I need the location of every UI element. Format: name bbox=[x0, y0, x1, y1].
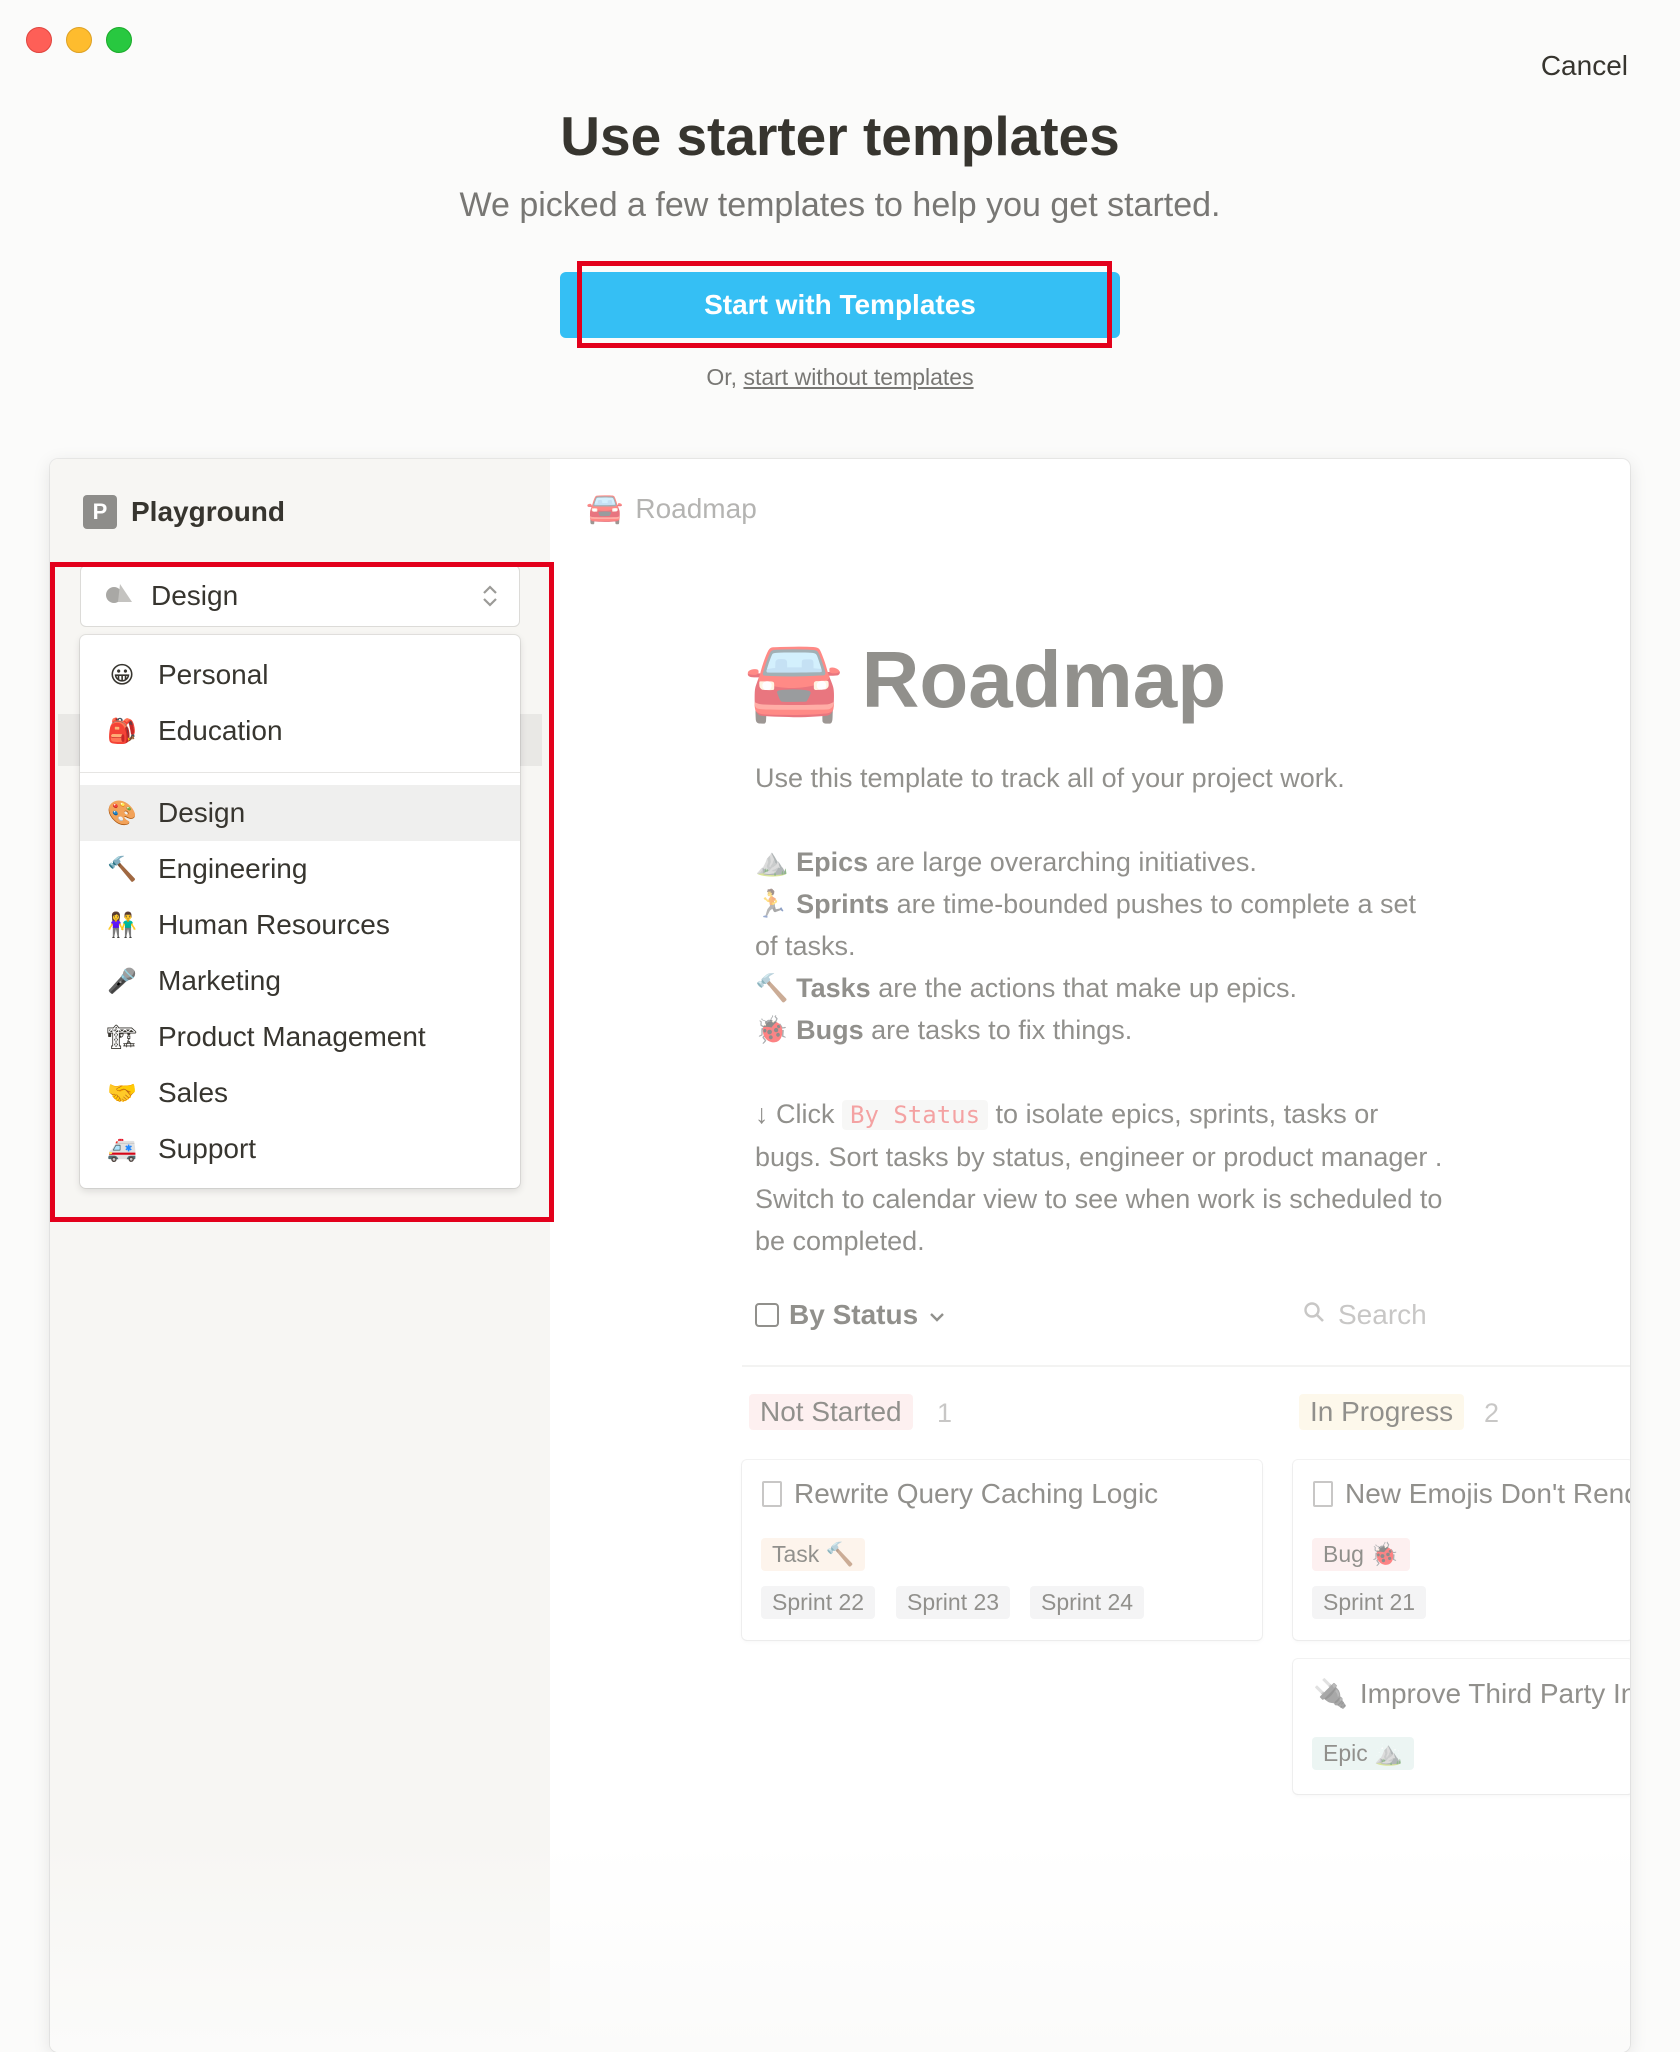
mountain-icon: ⛰️ bbox=[755, 847, 789, 877]
close-window-button[interactable] bbox=[26, 27, 52, 53]
group-label-not-started: Not Started bbox=[749, 1394, 913, 1430]
workspace-badge: P bbox=[83, 495, 117, 529]
bullet-sprints: 🏃 Sprints are time-bounded pushes to com… bbox=[755, 883, 1445, 967]
plug-icon: 🔌 bbox=[1313, 1678, 1348, 1709]
bug-icon: 🐞 bbox=[755, 1015, 789, 1045]
card-title-text: Rewrite Query Caching Logic bbox=[794, 1478, 1159, 1509]
bullet-term: Bugs bbox=[796, 1015, 864, 1045]
document-icon bbox=[1313, 1481, 1333, 1507]
car-icon: 🚘 bbox=[744, 635, 844, 724]
breadcrumb-label: Roadmap bbox=[635, 492, 757, 524]
minimize-window-button[interactable] bbox=[66, 27, 92, 53]
tag-sprint: Sprint 24 bbox=[1030, 1586, 1145, 1619]
hammer-icon: 🔨 bbox=[755, 973, 789, 1003]
search-label: Search bbox=[1338, 1299, 1427, 1330]
bullet-term: Sprints bbox=[796, 889, 890, 919]
document-icon bbox=[762, 1481, 782, 1507]
group-label-in-progress: In Progress bbox=[1299, 1394, 1465, 1430]
bullet-bugs: 🐞 Bugs are tasks to fix things. bbox=[755, 1009, 1445, 1051]
search-button[interactable]: Search bbox=[1302, 1299, 1427, 1331]
chevron-down-icon bbox=[928, 1299, 946, 1331]
card-title-text: Improve Third Party Integrations bbox=[1359, 1677, 1630, 1709]
highlight-box bbox=[577, 261, 1112, 348]
bullet-text: are tasks to fix things. bbox=[863, 1015, 1133, 1045]
inline-code: By Status bbox=[842, 1100, 989, 1130]
bullet-list: ⛰️ Epics are large overarching initiativ… bbox=[755, 841, 1445, 1051]
highlight-box bbox=[50, 562, 554, 1222]
page-title: Use starter templates bbox=[560, 105, 1120, 167]
card-title: 🔌 Improve Third Party Integrations bbox=[1313, 1677, 1630, 1710]
group-count: 2 bbox=[1484, 1398, 1500, 1428]
workspace-name: Playground bbox=[131, 496, 286, 527]
roadmap-title-text: Roadmap bbox=[861, 635, 1227, 724]
view-label: By Status bbox=[789, 1299, 919, 1330]
board-card[interactable]: 🔌 Improve Third Party Integrations Epic … bbox=[1293, 1659, 1630, 1794]
bottom-fade bbox=[50, 1839, 1630, 2052]
tag-sprint: Sprint 21 bbox=[1312, 1586, 1427, 1619]
board-divider bbox=[742, 1365, 1630, 1367]
roadmap-title: 🚘 Roadmap bbox=[744, 633, 1226, 727]
bullet-text: are the actions that make up epics. bbox=[870, 973, 1297, 1003]
start-without-templates-link[interactable]: start without templates bbox=[743, 364, 973, 390]
click-prefix: ↓ Click bbox=[755, 1099, 842, 1129]
tag-sprint: Sprint 23 bbox=[896, 1586, 1011, 1619]
bullet-text: are large overarching initiatives. bbox=[868, 847, 1257, 877]
bullet-epics: ⛰️ Epics are large overarching initiativ… bbox=[755, 841, 1445, 883]
or-line: Or, start without templates bbox=[0, 364, 1680, 391]
bullet-term: Tasks bbox=[796, 973, 871, 1003]
tag-bug: Bug 🐞 bbox=[1312, 1538, 1410, 1571]
cancel-button[interactable]: Cancel bbox=[1541, 50, 1628, 82]
view-selector[interactable]: By Status bbox=[755, 1299, 946, 1331]
card-title-text: New Emojis Don't Render bbox=[1345, 1478, 1630, 1509]
runner-icon: 🏃 bbox=[755, 889, 789, 919]
card-title: Rewrite Query Caching Logic bbox=[762, 1478, 1158, 1510]
card-title: New Emojis Don't Render bbox=[1313, 1478, 1630, 1510]
board-card[interactable]: Rewrite Query Caching Logic Task 🔨 Sprin… bbox=[742, 1460, 1262, 1640]
tag-sprint: Sprint 22 bbox=[761, 1586, 876, 1619]
bullet-tasks: 🔨 Tasks are the actions that make up epi… bbox=[755, 967, 1445, 1009]
workspace-header: P Playground bbox=[83, 495, 285, 529]
board-card[interactable]: New Emojis Don't Render Bug 🐞 Sprint 21 bbox=[1293, 1460, 1630, 1640]
or-prefix: Or, bbox=[706, 364, 738, 390]
board-icon bbox=[755, 1303, 779, 1327]
breadcrumb[interactable]: 🚘 Roadmap bbox=[586, 491, 757, 526]
tag-epic: Epic ⛰️ bbox=[1312, 1737, 1414, 1770]
car-icon: 🚘 bbox=[586, 492, 624, 525]
group-count: 1 bbox=[937, 1398, 953, 1428]
search-icon bbox=[1302, 1299, 1326, 1331]
intro-text: Use this template to track all of your p… bbox=[755, 763, 1345, 793]
click-instructions: ↓ Click By Status to isolate epics, spri… bbox=[755, 1093, 1445, 1262]
tag-task: Task 🔨 bbox=[761, 1538, 866, 1571]
page-subtitle: We picked a few templates to help you ge… bbox=[459, 186, 1221, 224]
bullet-term: Epics bbox=[796, 847, 869, 877]
zoom-window-button[interactable] bbox=[106, 27, 132, 53]
